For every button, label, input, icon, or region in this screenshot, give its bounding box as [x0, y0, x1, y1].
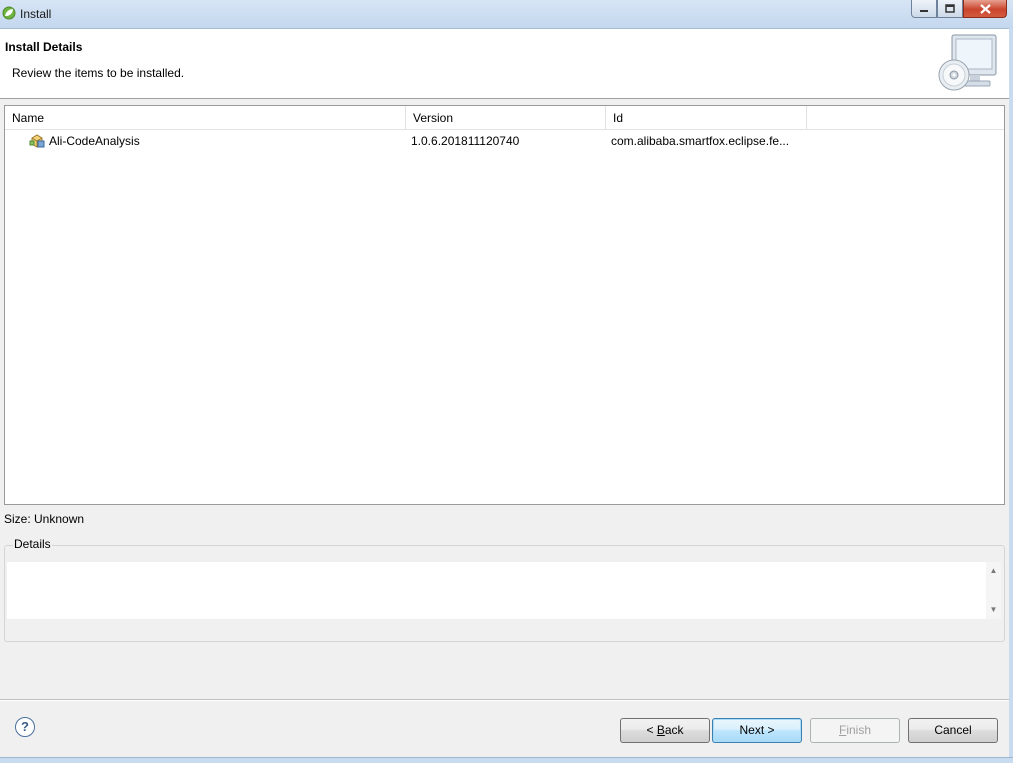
close-icon: [979, 3, 991, 14]
footer-separator-highlight: [0, 700, 1013, 701]
window-frame-right: [1009, 28, 1013, 763]
size-label: Size: Unknown: [4, 512, 85, 526]
help-icon[interactable]: ?: [15, 717, 35, 737]
details-label: Details: [13, 537, 52, 551]
back-prefix: <: [646, 723, 657, 737]
page-description: Review the items to be installed.: [12, 66, 185, 80]
window-controls: [911, 0, 1007, 19]
column-header-name[interactable]: Name: [5, 106, 406, 129]
page-title: Install Details: [5, 40, 83, 54]
back-rest: ack: [664, 723, 684, 737]
next-button[interactable]: Next >: [712, 718, 802, 743]
maximize-icon: [945, 4, 955, 13]
column-header-id[interactable]: Id: [606, 106, 807, 129]
row-version: 1.0.6.201811120740: [411, 134, 520, 148]
cancel-button[interactable]: Cancel: [908, 718, 998, 743]
scroll-down-icon[interactable]: ▼: [986, 604, 1001, 616]
spring-leaf-icon: [2, 6, 16, 20]
scroll-up-icon[interactable]: ▲: [986, 565, 1001, 577]
table-row[interactable]: Ali-CodeAnalysis 1.0.6.201811120740 com.…: [5, 130, 1004, 152]
back-mnemonic: B: [656, 723, 665, 737]
install-cd-computer-icon: [938, 34, 997, 91]
minimize-icon: [920, 9, 928, 12]
window-title: Install: [20, 7, 52, 21]
maximize-button[interactable]: [937, 0, 963, 18]
back-button[interactable]: < Back: [620, 718, 710, 743]
details-scrollbar[interactable]: ▲ ▼: [986, 562, 1001, 619]
table-header: Name Version Id: [5, 106, 1004, 130]
window-frame-bottom: [0, 757, 1013, 763]
finish-rest: inish: [846, 723, 872, 737]
feature-icon: [29, 134, 45, 148]
column-header-version[interactable]: Version: [406, 106, 606, 129]
title-bar[interactable]: Install: [0, 0, 1013, 29]
close-button[interactable]: [963, 0, 1007, 18]
row-name: Ali-CodeAnalysis: [49, 134, 140, 148]
row-id: com.alibaba.smartfox.eclipse.fe...: [611, 134, 790, 148]
minimize-button[interactable]: [911, 0, 937, 18]
wizard-header: Install Details Review the items to be i…: [0, 29, 1013, 99]
install-dialog: Install Install Details Review the items…: [0, 0, 1013, 763]
install-items-table[interactable]: Name Version Id Ali-CodeAnalysis 1.0.6.2…: [4, 105, 1005, 505]
finish-button[interactable]: Finish: [810, 718, 900, 743]
details-textarea[interactable]: [7, 562, 986, 619]
